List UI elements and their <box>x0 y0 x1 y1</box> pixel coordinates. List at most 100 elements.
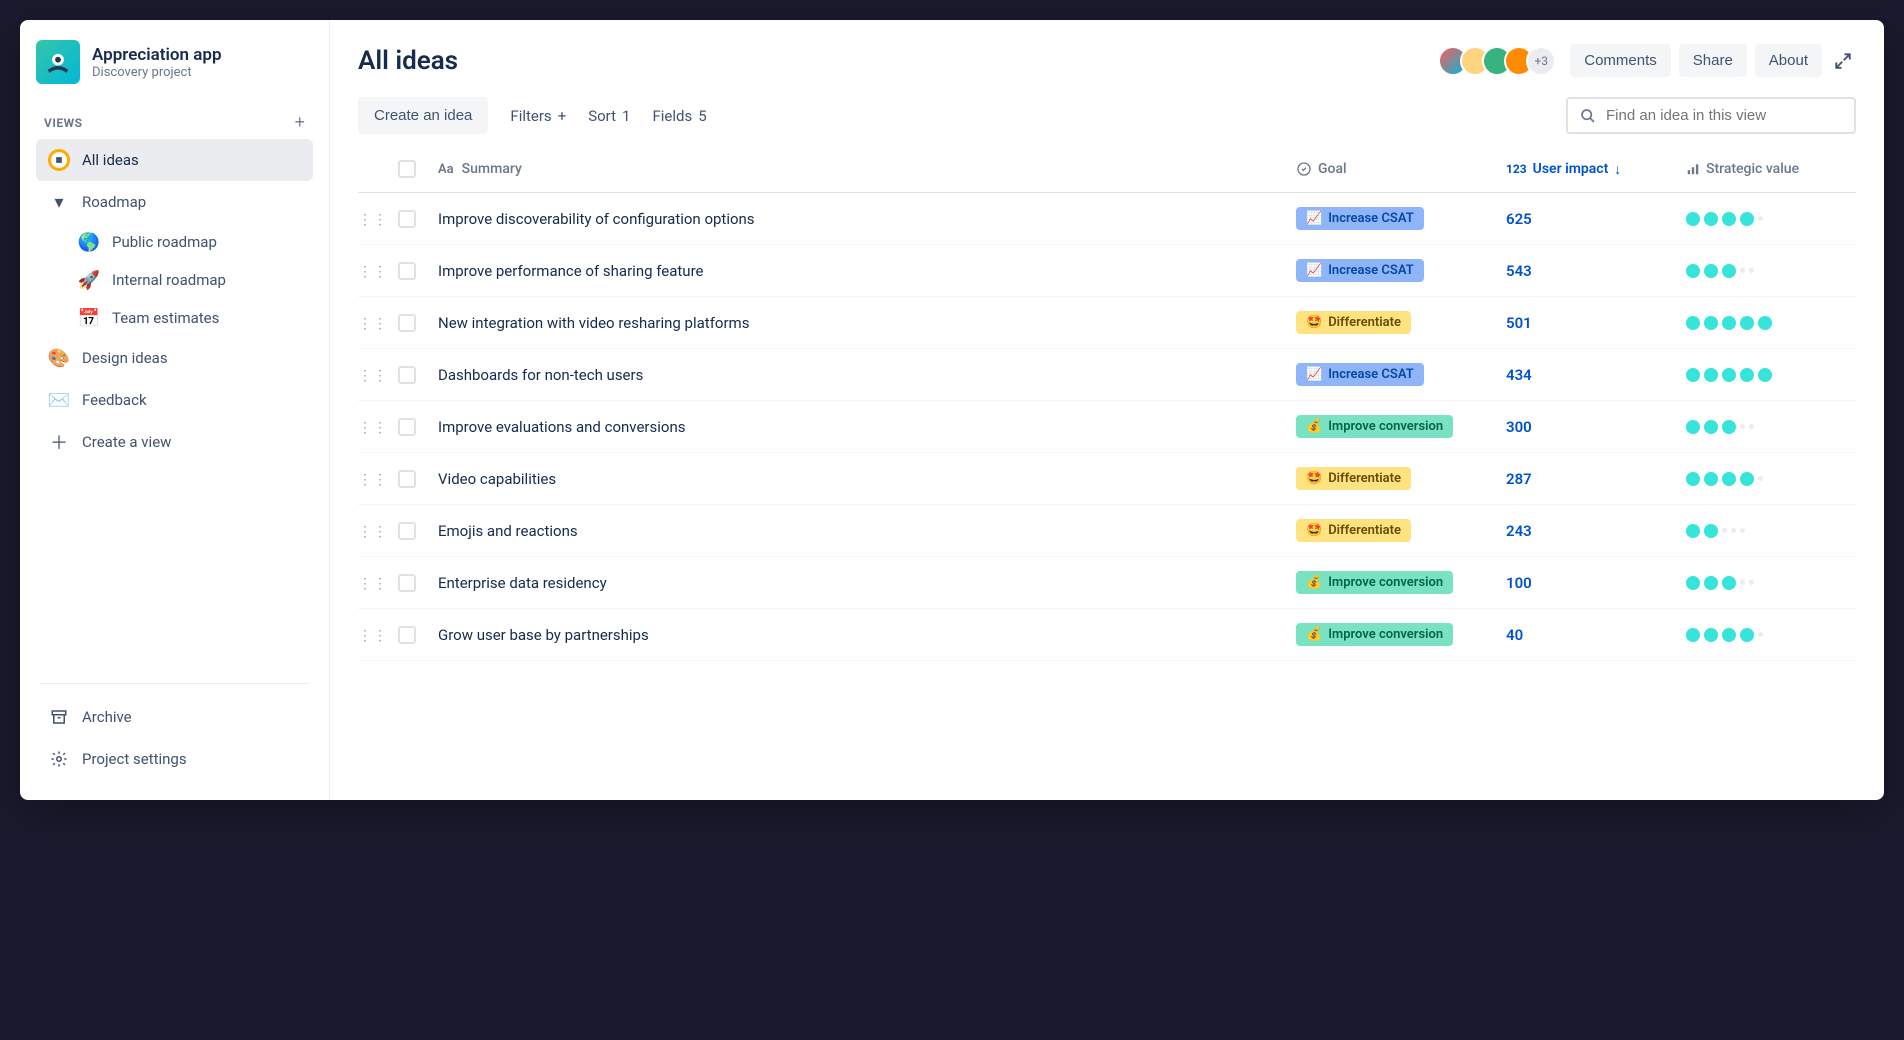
drag-handle-icon[interactable]: ⋮⋮ <box>358 420 388 436</box>
column-user-impact[interactable]: 123 User impact ↓ <box>1506 161 1686 178</box>
fields-label: Fields <box>652 107 692 125</box>
table-row[interactable]: ⋮⋮ Improve performance of sharing featur… <box>358 245 1856 297</box>
row-checkbox[interactable] <box>398 470 416 488</box>
row-checkbox[interactable] <box>398 314 416 332</box>
search-box[interactable] <box>1566 97 1856 134</box>
table-row[interactable]: ⋮⋮ Improve evaluations and conversions 💰… <box>358 401 1856 453</box>
table-row[interactable]: ⋮⋮ Enterprise data residency 💰Improve co… <box>358 557 1856 609</box>
goal-pill: 💰Improve conversion <box>1296 415 1453 438</box>
sort-button[interactable]: Sort 1 <box>588 107 630 125</box>
rating-dot-filled <box>1704 628 1718 642</box>
rating-dot-empty <box>1740 528 1745 533</box>
table-row[interactable]: ⋮⋮ New integration with video resharing … <box>358 297 1856 349</box>
sidebar-item-label: Roadmap <box>82 193 146 211</box>
sidebar-item-roadmap[interactable]: ▾ Roadmap <box>36 181 313 223</box>
presence-avatars[interactable]: +3 <box>1446 46 1556 76</box>
views-header: VIEWS + <box>36 112 313 133</box>
fullscreen-button[interactable] <box>1830 48 1856 74</box>
rating-dot-filled <box>1740 368 1754 382</box>
rating-dot-filled <box>1722 628 1736 642</box>
toolbar: Create an idea Filters + Sort 1 Fields 5 <box>358 97 1856 134</box>
rating-dot-filled <box>1686 420 1700 434</box>
rating-dot-filled <box>1704 368 1718 382</box>
column-label: Strategic value <box>1706 161 1799 177</box>
table-row[interactable]: ⋮⋮ Improve discoverability of configurat… <box>358 193 1856 245</box>
column-label: Summary <box>462 161 522 177</box>
row-checkbox[interactable] <box>398 366 416 384</box>
sidebar-item-project-settings[interactable]: Project settings <box>36 738 313 780</box>
row-checkbox[interactable] <box>398 262 416 280</box>
fields-button[interactable]: Fields 5 <box>652 107 706 125</box>
rocket-icon: 🚀 <box>78 269 100 291</box>
column-summary[interactable]: Aa Summary <box>438 161 1296 177</box>
rating-dot-empty <box>1749 268 1754 273</box>
column-goal[interactable]: Goal <box>1296 161 1506 177</box>
drag-handle-icon[interactable]: ⋮⋮ <box>358 368 388 384</box>
sidebar-item-archive[interactable]: Archive <box>36 696 313 738</box>
rating-dot-empty <box>1749 580 1754 585</box>
target-icon <box>1296 161 1312 177</box>
sidebar-item-team-estimates[interactable]: 📅 Team estimates <box>66 299 313 337</box>
filters-button[interactable]: Filters + <box>510 107 566 125</box>
sidebar-item-design-ideas[interactable]: 🎨 Design ideas <box>36 337 313 379</box>
rating-dot-filled <box>1686 264 1700 278</box>
divider <box>40 683 309 684</box>
rating-dot-filled <box>1758 316 1772 330</box>
row-checkbox[interactable] <box>398 522 416 540</box>
create-idea-button[interactable]: Create an idea <box>358 97 488 134</box>
goal-pill: 📈Increase CSAT <box>1296 207 1424 230</box>
goal-label: Differentiate <box>1328 315 1401 330</box>
palette-icon: 🎨 <box>48 347 70 369</box>
rating-dot-empty <box>1740 424 1745 429</box>
goal-pill: 🤩Differentiate <box>1296 467 1411 490</box>
impact-value: 501 <box>1506 314 1532 332</box>
table-row[interactable]: ⋮⋮ Video capabilities 🤩Differentiate 287 <box>358 453 1856 505</box>
summary-text: New integration with video resharing pla… <box>438 314 749 332</box>
rating-dot-filled <box>1704 316 1718 330</box>
rating-dot-filled <box>1704 524 1718 538</box>
add-view-button[interactable]: + <box>294 112 305 133</box>
summary-text: Emojis and reactions <box>438 522 578 540</box>
table-row[interactable]: ⋮⋮ Emojis and reactions 🤩Differentiate 2… <box>358 505 1856 557</box>
rating-dot-filled <box>1686 212 1700 226</box>
table-row[interactable]: ⋮⋮ Dashboards for non-tech users 📈Increa… <box>358 349 1856 401</box>
drag-handle-icon[interactable]: ⋮⋮ <box>358 212 388 228</box>
row-checkbox[interactable] <box>398 210 416 228</box>
about-button[interactable]: About <box>1755 44 1822 77</box>
sidebar-item-internal-roadmap[interactable]: 🚀 Internal roadmap <box>66 261 313 299</box>
rating-dot-empty <box>1758 632 1763 637</box>
table-row[interactable]: ⋮⋮ Grow user base by partnerships 💰Impro… <box>358 609 1856 661</box>
row-checkbox[interactable] <box>398 418 416 436</box>
avatar-more[interactable]: +3 <box>1526 46 1556 76</box>
sidebar-item-create-view[interactable]: ＋ Create a view <box>36 421 313 463</box>
share-button[interactable]: Share <box>1679 44 1747 77</box>
goal-pill: 🤩 Differentiate <box>1296 311 1411 334</box>
strategic-rating <box>1686 212 1763 226</box>
goal-emoji-icon: 🤩 <box>1306 315 1322 330</box>
drag-handle-icon[interactable]: ⋮⋮ <box>358 524 388 540</box>
drag-handle-icon[interactable]: ⋮⋮ <box>358 576 388 592</box>
impact-value: 434 <box>1506 366 1532 384</box>
drag-handle-icon[interactable]: ⋮⋮ <box>358 628 388 644</box>
sidebar-item-public-roadmap[interactable]: 🌎 Public roadmap <box>66 223 313 261</box>
summary-text: Improve evaluations and conversions <box>438 418 685 436</box>
select-all-checkbox[interactable] <box>398 160 416 178</box>
drag-handle-icon[interactable]: ⋮⋮ <box>358 264 388 280</box>
row-checkbox[interactable] <box>398 574 416 592</box>
rating-dot-filled <box>1704 264 1718 278</box>
sidebar-item-all-ideas[interactable]: All ideas <box>36 139 313 181</box>
summary-text: Video capabilities <box>438 470 556 488</box>
drag-handle-icon[interactable]: ⋮⋮ <box>358 316 388 332</box>
rating-dot-empty <box>1758 216 1763 221</box>
goal-label: Improve conversion <box>1328 419 1443 434</box>
rating-dot-empty <box>1758 476 1763 481</box>
rating-dot-filled <box>1722 420 1736 434</box>
row-checkbox[interactable] <box>398 626 416 644</box>
sidebar-item-feedback[interactable]: ✉️ Feedback <box>36 379 313 421</box>
search-input[interactable] <box>1606 107 1842 124</box>
column-strategic-value[interactable]: Strategic value <box>1686 161 1856 177</box>
comments-button[interactable]: Comments <box>1570 44 1671 77</box>
goal-label: Increase CSAT <box>1328 367 1414 382</box>
impact-value: 100 <box>1506 574 1532 592</box>
drag-handle-icon[interactable]: ⋮⋮ <box>358 472 388 488</box>
